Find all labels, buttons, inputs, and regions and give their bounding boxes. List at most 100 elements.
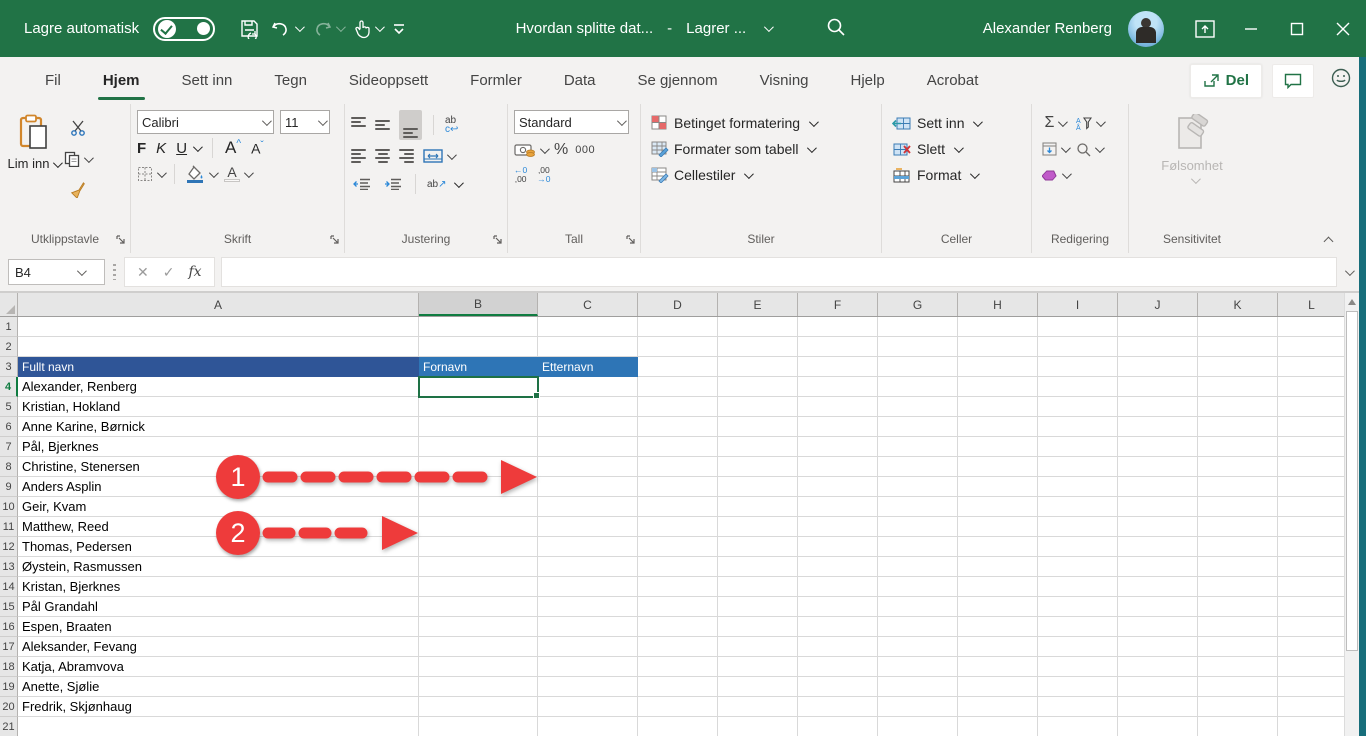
- tab-hjelp[interactable]: Hjelp: [830, 59, 906, 103]
- cell-E19[interactable]: [718, 677, 798, 697]
- cell-G5[interactable]: [878, 397, 958, 417]
- cell-D9[interactable]: [638, 477, 718, 497]
- cell-J15[interactable]: [1118, 597, 1198, 617]
- cell-H1[interactable]: [958, 317, 1038, 337]
- cell-B18[interactable]: [419, 657, 538, 677]
- cell-H2[interactable]: [958, 337, 1038, 357]
- cell-D8[interactable]: [638, 457, 718, 477]
- cell-B12[interactable]: [419, 537, 538, 557]
- cell-styles-button[interactable]: Cellestiler: [651, 162, 875, 188]
- cell-G3[interactable]: [878, 357, 958, 377]
- tab-sett-inn[interactable]: Sett inn: [161, 59, 254, 103]
- italic-button[interactable]: K: [156, 140, 166, 157]
- cell-A20[interactable]: Fredrik, Skjønhaug: [18, 697, 419, 717]
- row-header-11[interactable]: 11: [0, 517, 18, 537]
- cell-G11[interactable]: [878, 517, 958, 537]
- cell-E1[interactable]: [718, 317, 798, 337]
- cell-I11[interactable]: [1038, 517, 1118, 537]
- cell-H6[interactable]: [958, 417, 1038, 437]
- cell-C6[interactable]: [538, 417, 638, 437]
- save-icon[interactable]: [239, 19, 261, 39]
- cell-F5[interactable]: [798, 397, 878, 417]
- cell-D4[interactable]: [638, 377, 718, 397]
- cell-B16[interactable]: [419, 617, 538, 637]
- cell-C18[interactable]: [538, 657, 638, 677]
- cell-J2[interactable]: [1118, 337, 1198, 357]
- cell-F20[interactable]: [798, 697, 878, 717]
- row-header-2[interactable]: 2: [0, 337, 18, 357]
- cell-F13[interactable]: [798, 557, 878, 577]
- cell-I12[interactable]: [1038, 537, 1118, 557]
- cell-I10[interactable]: [1038, 497, 1118, 517]
- tab-sideoppsett[interactable]: Sideoppsett: [328, 59, 449, 103]
- cell-H14[interactable]: [958, 577, 1038, 597]
- cell-H4[interactable]: [958, 377, 1038, 397]
- tab-formler[interactable]: Formler: [449, 59, 543, 103]
- accounting-dropdown-icon[interactable]: [540, 144, 550, 154]
- cell-E9[interactable]: [718, 477, 798, 497]
- cell-K15[interactable]: [1198, 597, 1278, 617]
- cell-I16[interactable]: [1038, 617, 1118, 637]
- row-header-10[interactable]: 10: [0, 497, 18, 517]
- cell-J11[interactable]: [1118, 517, 1198, 537]
- insert-cells-button[interactable]: Sett inn: [892, 110, 1025, 136]
- cell-G16[interactable]: [878, 617, 958, 637]
- cell-E12[interactable]: [718, 537, 798, 557]
- cell-B17[interactable]: [419, 637, 538, 657]
- cell-F1[interactable]: [798, 317, 878, 337]
- cell-K6[interactable]: [1198, 417, 1278, 437]
- cell-E3[interactable]: [718, 357, 798, 377]
- cell-D3[interactable]: [638, 357, 718, 377]
- column-header-C[interactable]: C: [538, 293, 638, 316]
- cell-D18[interactable]: [638, 657, 718, 677]
- cell-B20[interactable]: [419, 697, 538, 717]
- close-button[interactable]: [1320, 0, 1366, 57]
- cell-E7[interactable]: [718, 437, 798, 457]
- cell-D13[interactable]: [638, 557, 718, 577]
- cell-K11[interactable]: [1198, 517, 1278, 537]
- cell-L20[interactable]: [1278, 697, 1346, 717]
- cell-D17[interactable]: [638, 637, 718, 657]
- cell-F2[interactable]: [798, 337, 878, 357]
- cell-K20[interactable]: [1198, 697, 1278, 717]
- cell-E5[interactable]: [718, 397, 798, 417]
- wrap-text-button[interactable]: abc↩: [445, 116, 458, 134]
- row-header-9[interactable]: 9: [0, 477, 18, 497]
- cell-K9[interactable]: [1198, 477, 1278, 497]
- font-color-dropdown-icon[interactable]: [244, 168, 254, 178]
- orientation-button[interactable]: ab↗: [427, 179, 447, 190]
- cell-C17[interactable]: [538, 637, 638, 657]
- cell-C12[interactable]: [538, 537, 638, 557]
- select-all-corner[interactable]: [0, 293, 18, 316]
- bottom-align-button[interactable]: [399, 110, 422, 140]
- cell-L12[interactable]: [1278, 537, 1346, 557]
- cell-J21[interactable]: [1118, 717, 1198, 736]
- cell-K12[interactable]: [1198, 537, 1278, 557]
- cell-A15[interactable]: Pål Grandahl: [18, 597, 419, 617]
- cell-A4[interactable]: Alexander, Renberg: [18, 377, 419, 397]
- cell-B7[interactable]: [419, 437, 538, 457]
- cell-D21[interactable]: [638, 717, 718, 736]
- feedback-smiley-icon[interactable]: [1330, 67, 1352, 94]
- cell-L6[interactable]: [1278, 417, 1346, 437]
- row-header-18[interactable]: 18: [0, 657, 18, 677]
- cell-E16[interactable]: [718, 617, 798, 637]
- cell-E2[interactable]: [718, 337, 798, 357]
- cell-B6[interactable]: [419, 417, 538, 437]
- cell-H8[interactable]: [958, 457, 1038, 477]
- conditional-formatting-button[interactable]: Betinget formatering: [651, 110, 875, 136]
- cell-J9[interactable]: [1118, 477, 1198, 497]
- cell-F21[interactable]: [798, 717, 878, 736]
- alignment-dialog-launcher[interactable]: [493, 232, 503, 250]
- cell-I17[interactable]: [1038, 637, 1118, 657]
- cell-K8[interactable]: [1198, 457, 1278, 477]
- middle-align-button[interactable]: [375, 117, 390, 133]
- cell-J7[interactable]: [1118, 437, 1198, 457]
- cell-C15[interactable]: [538, 597, 638, 617]
- cell-C9[interactable]: [538, 477, 638, 497]
- cell-G15[interactable]: [878, 597, 958, 617]
- cell-F9[interactable]: [798, 477, 878, 497]
- cell-L19[interactable]: [1278, 677, 1346, 697]
- maximize-button[interactable]: [1274, 0, 1320, 57]
- cell-H9[interactable]: [958, 477, 1038, 497]
